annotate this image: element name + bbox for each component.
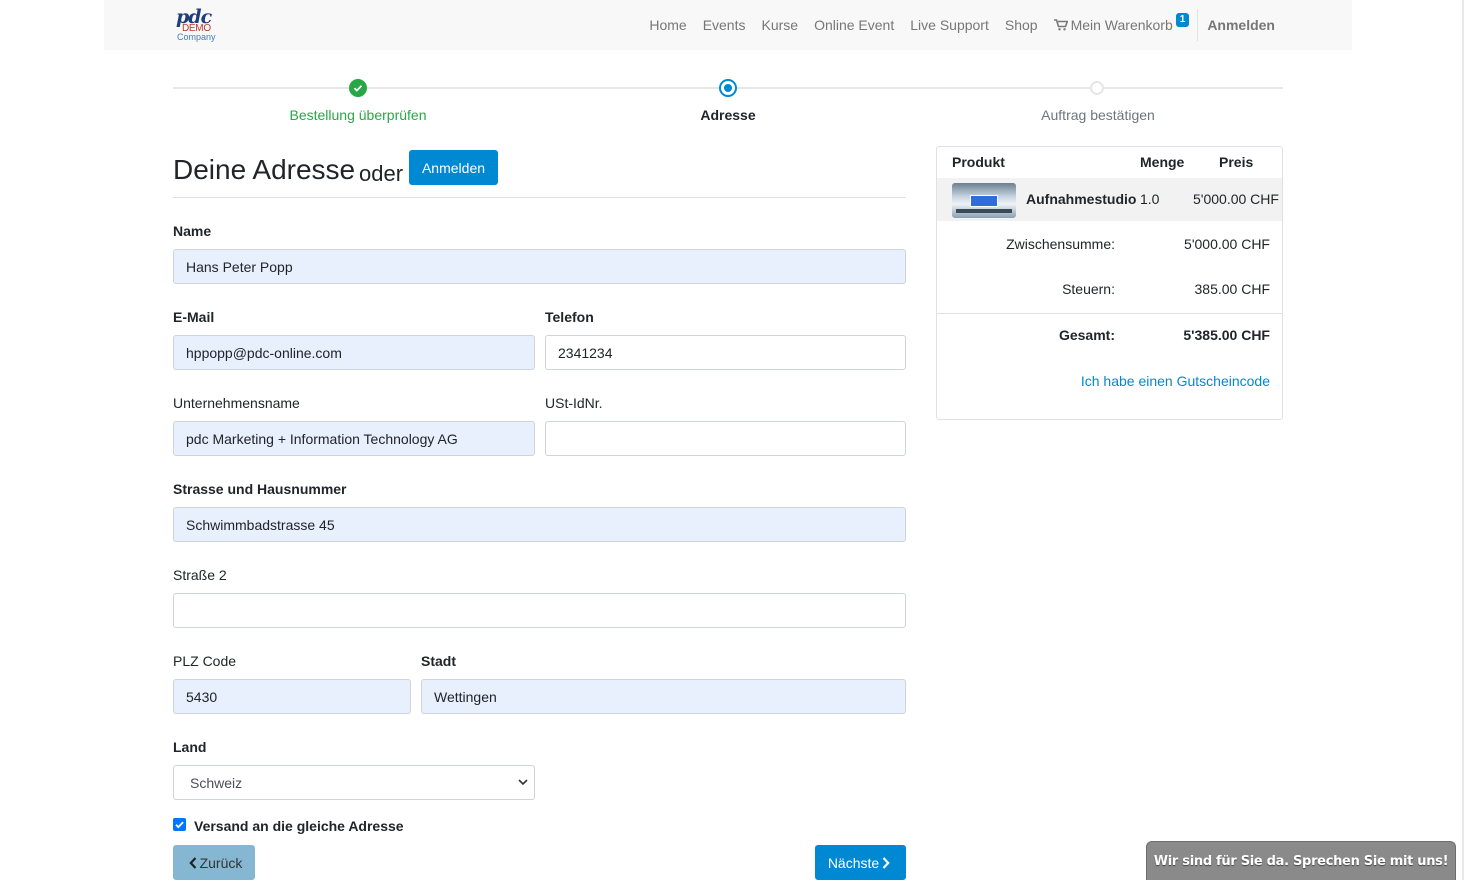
summary-divider — [937, 313, 1282, 314]
nav-menu: Home Events Kurse Online Event Live Supp… — [633, 0, 1275, 50]
back-button-label: Zurück — [199, 854, 243, 871]
country-label: Land — [173, 739, 207, 755]
taxes-value: 385.00 CHF — [1194, 281, 1270, 297]
name-label: Name — [173, 223, 212, 239]
phone-label: Telefon — [545, 309, 594, 325]
step-label-review[interactable]: Bestellung überprüfen — [228, 107, 488, 123]
shopping-cart-icon — [1053, 19, 1068, 31]
logo-text-company: Company — [177, 32, 216, 42]
nav-live-support[interactable]: Live Support — [910, 17, 989, 33]
product-price: 5'000.00 CHF — [1193, 191, 1279, 207]
company-logo[interactable]: pdc DEMO Company — [174, 6, 222, 42]
product-qty: 1.0 — [1140, 191, 1160, 207]
vat-field[interactable] — [545, 421, 906, 456]
subtotal-label: Zwischensumme: — [1006, 236, 1115, 252]
step-label-address: Adresse — [700, 107, 756, 123]
nav-kurse[interactable]: Kurse — [762, 17, 799, 33]
nav-online-event[interactable]: Online Event — [814, 17, 894, 33]
step-done-check-icon — [349, 79, 367, 97]
nav-home[interactable]: Home — [649, 17, 686, 33]
col-header-product: Produkt — [952, 154, 1005, 170]
nav-cart[interactable]: Mein Warenkorb 1 — [1053, 13, 1190, 33]
zip-field[interactable] — [173, 679, 411, 714]
live-chat-tab[interactable]: Wir sind für Sie da. Sprechen Sie mit un… — [1146, 841, 1456, 880]
cart-count-badge: 1 — [1175, 13, 1190, 27]
same-shipping-label[interactable]: Versand an die gleiche Adresse — [194, 818, 404, 834]
phone-field[interactable] — [545, 335, 906, 370]
login-button[interactable]: Anmelden — [409, 150, 498, 185]
chevron-down-icon — [518, 779, 528, 786]
total-label: Gesamt: — [1058, 327, 1115, 343]
subtotal-value: 5'000.00 CHF — [1184, 236, 1270, 252]
chevron-right-icon — [882, 856, 890, 869]
same-shipping-checkbox[interactable] — [173, 818, 186, 831]
col-header-price: Preis — [1219, 154, 1254, 170]
country-selected-value: Schweiz — [190, 774, 243, 791]
street2-field[interactable] — [173, 593, 906, 628]
country-select[interactable]: Schweiz — [173, 765, 535, 800]
street-label: Strasse und Hausnummer — [173, 481, 347, 497]
email-field[interactable] — [173, 335, 535, 370]
product-name[interactable]: Aufnahmestudio — [1026, 191, 1136, 207]
top-navbar: pdc DEMO Company Home Events Kurse Onlin… — [104, 0, 1352, 50]
vat-label: USt-IdNr. — [545, 395, 603, 411]
step-active-dot — [719, 79, 737, 97]
name-field[interactable] — [173, 249, 906, 284]
product-thumbnail[interactable] — [952, 183, 1016, 218]
street-field[interactable] — [173, 507, 906, 542]
taxes-label: Steuern: — [1062, 281, 1115, 297]
page-title-or: oder — [359, 161, 404, 186]
next-button[interactable]: Nächste — [815, 845, 906, 880]
nav-divider — [1197, 9, 1199, 41]
city-label: Stadt — [421, 653, 456, 669]
heading-divider — [173, 197, 906, 198]
nav-login[interactable]: Anmelden — [1207, 17, 1275, 33]
zip-label: PLZ Code — [173, 653, 237, 669]
order-summary-card: Produkt Menge Preis Aufnahmestudio 1.0 5… — [936, 146, 1283, 420]
step-todo-dot — [1090, 81, 1104, 95]
company-field[interactable] — [173, 421, 535, 456]
chevron-left-icon — [188, 856, 196, 869]
page-title: Deine Adresse — [173, 154, 356, 185]
step-label-confirm: Auftrag bestätigen — [1041, 107, 1155, 123]
voucher-code-link[interactable]: Ich habe einen Gutscheincode — [1081, 373, 1270, 389]
back-button[interactable]: Zurück — [173, 845, 255, 880]
next-button-label: Nächste — [827, 854, 880, 871]
city-field[interactable] — [421, 679, 906, 714]
col-header-qty: Menge — [1140, 154, 1185, 170]
cart-label: Mein Warenkorb — [1070, 17, 1173, 33]
email-label: E-Mail — [173, 309, 215, 325]
nav-events[interactable]: Events — [703, 17, 746, 33]
nav-shop[interactable]: Shop — [1005, 17, 1038, 33]
total-value: 5'385.00 CHF — [1183, 327, 1270, 343]
company-label: Unternehmensname — [173, 395, 300, 411]
cart-item-row: Aufnahmestudio 1.0 5'000.00 CHF — [937, 178, 1282, 221]
street2-label: Straße 2 — [173, 567, 227, 583]
